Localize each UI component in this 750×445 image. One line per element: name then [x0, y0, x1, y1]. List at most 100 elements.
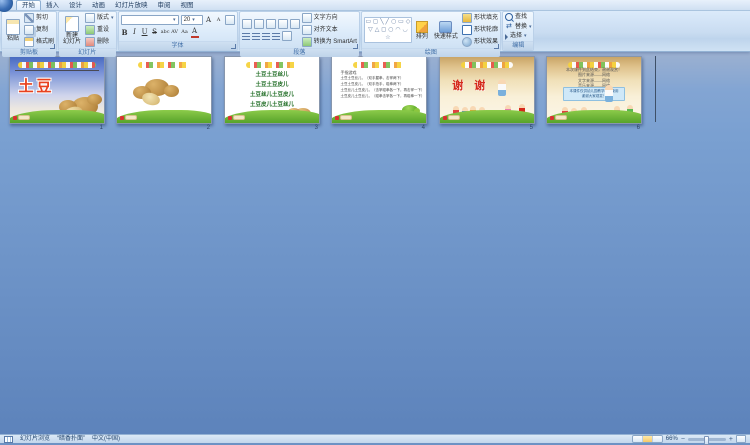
columns-button[interactable]: [282, 31, 292, 41]
instruction-line: 土豆丝儿土豆皮儿，（击掌碰拳各一下，再击掌一下）: [340, 87, 424, 93]
strikethrough-button[interactable]: S: [151, 28, 159, 37]
tab-view[interactable]: 视图: [176, 1, 199, 10]
slide-sorter-pane[interactable]: 土豆 1 2 土豆土豆丝儿 土豆土豆皮儿 土豆丝儿土豆: [0, 51, 750, 435]
slide-number: 2: [116, 125, 210, 131]
font-group: ▾ 20 ▾ A A B I U S abc AV Aa A 字体: [118, 11, 238, 51]
quick-styles-icon: [439, 21, 452, 33]
bold-button[interactable]: B: [121, 28, 129, 37]
convert-smartart-button[interactable]: 转换为 SmartArt: [302, 37, 357, 47]
cut-button[interactable]: 剪切: [24, 13, 54, 23]
status-language[interactable]: 中文(中国): [92, 436, 120, 443]
editing-group: 查找 ⇄ 替换 ▾ 选择 ▾ 编辑: [502, 11, 535, 51]
character-spacing-button[interactable]: AV: [171, 28, 179, 37]
grow-font-button[interactable]: A: [205, 16, 213, 25]
slide-4-scene: 手指游戏 土豆土豆丝儿，（双手握拳，击掌两下） 土豆土豆皮儿，（双手拍手，碰拳两…: [332, 57, 426, 123]
game-instructions: 土豆土豆丝儿，（双手握拳，击掌两下） 土豆土豆皮儿，（双手拍手，碰拳两下） 土豆…: [340, 75, 424, 99]
drawing-dialog-launcher[interactable]: [494, 44, 499, 49]
office-button[interactable]: [0, 0, 13, 12]
slide-thumbnail-1[interactable]: 土豆: [9, 56, 105, 124]
cartoon-banner: [138, 62, 191, 68]
paste-label: 粘贴: [7, 36, 19, 42]
align-center-button[interactable]: [252, 33, 260, 40]
ribbon-tab-bar: 开始 插入 设计 动画 幻灯片放映 审阅 视图: [0, 0, 750, 11]
slide-thumbnail-4[interactable]: 手指游戏 土豆土豆丝儿，（双手握拳，击掌两下） 土豆土豆皮儿，（双手拍手，碰拳两…: [331, 56, 427, 124]
tab-home[interactable]: 开始: [16, 0, 41, 10]
find-button[interactable]: 查找: [505, 13, 532, 21]
potato-image: [164, 85, 179, 97]
bullets-button[interactable]: [242, 19, 252, 29]
increase-indent-button[interactable]: [278, 19, 288, 29]
replace-label: 替换: [515, 24, 527, 31]
font-size-select[interactable]: 20 ▾: [181, 15, 203, 25]
slide-1-scene: 土豆: [10, 57, 104, 123]
underline-button[interactable]: U: [141, 28, 149, 37]
layout-button[interactable]: 版式 ▾: [85, 13, 114, 23]
drawing-group: ▭ ◻ ╲ ╱ ○ ▭ ◇ ▽ △ ◻ ○ ◠ ◡ ☆ ◻ ○ △ ◇ ☆ ▭ …: [361, 11, 501, 51]
slide-view-icon: [4, 436, 13, 443]
shape-effects-button[interactable]: 形状效果: [462, 37, 498, 47]
text-direction-icon: [302, 13, 312, 23]
italic-button[interactable]: I: [131, 28, 139, 37]
quick-styles-button[interactable]: 快速样式: [432, 21, 460, 40]
chevron-down-icon: ▾: [524, 33, 527, 40]
slide-6-scene: 本次课件到此结束，谢谢观赏！ 图片来源——网络 文字来源——网络 音乐来源——网…: [547, 57, 641, 123]
copy-button[interactable]: 复制: [24, 25, 54, 35]
line-spacing-button[interactable]: [290, 19, 300, 29]
tab-insert[interactable]: 插入: [41, 1, 64, 10]
delete-slide-button[interactable]: 删除: [85, 37, 114, 47]
reset-label: 重设: [97, 27, 109, 34]
font-color-button[interactable]: A: [191, 27, 199, 38]
replace-button[interactable]: ⇄ 替换 ▾: [505, 23, 532, 31]
slide-sorter-view-button[interactable]: [643, 436, 653, 442]
slide-thumbnail-2[interactable]: [116, 56, 212, 124]
new-slide-label-2: 幻灯片: [63, 39, 81, 45]
highlight-box: 本课件仅供幼儿园教学参考使用 谢谢大家观赏！: [563, 87, 625, 101]
shape-fill-button[interactable]: 形状填充: [462, 13, 498, 23]
align-right-button[interactable]: [262, 33, 270, 40]
fit-to-window-button[interactable]: [736, 435, 746, 443]
slide-thumbnail-5[interactable]: 谢 谢: [439, 56, 535, 124]
shapes-gallery[interactable]: ▭ ◻ ╲ ╱ ○ ▭ ◇ ▽ △ ◻ ○ ◠ ◡ ☆ ◻ ○ △ ◇ ☆ ▭ …: [364, 17, 412, 43]
align-text-button[interactable]: 对齐文本: [302, 25, 357, 35]
new-slide-button[interactable]: 新建 幻灯片: [61, 16, 83, 45]
shape-effects-icon: [462, 37, 472, 47]
clipboard-group: 粘贴 剪切 复制 格式刷 剪贴板: [1, 11, 57, 51]
tab-review[interactable]: 审阅: [153, 1, 176, 10]
change-case-button[interactable]: Aa: [181, 28, 189, 37]
select-button[interactable]: 选择 ▾: [505, 33, 532, 40]
zoom-slider-thumb[interactable]: [704, 436, 709, 445]
justify-button[interactable]: [272, 33, 280, 40]
shrink-font-button[interactable]: A: [215, 16, 223, 25]
font-name-select[interactable]: ▾: [121, 15, 179, 25]
slideshow-view-button[interactable]: [653, 436, 662, 442]
shape-outline-button[interactable]: 形状轮廓: [462, 25, 498, 35]
numbering-button[interactable]: [254, 19, 264, 29]
tab-slideshow[interactable]: 幻灯片放映: [110, 1, 153, 10]
tab-design[interactable]: 设计: [64, 1, 87, 10]
font-dialog-launcher[interactable]: [231, 44, 236, 49]
paragraph-group: 文字方向 对齐文本 转换为 SmartArt 段落: [239, 11, 360, 51]
drawing-group-label: 绘图: [362, 48, 500, 57]
slide-number: 4: [331, 125, 425, 131]
slide-thumbnail-6[interactable]: 本次课件到此结束，谢谢观赏！ 图片来源——网络 文字来源——网络 音乐来源——网…: [546, 56, 642, 124]
editing-group-label: 编辑: [503, 41, 534, 50]
align-left-button[interactable]: [242, 33, 250, 40]
zoom-in-button[interactable]: +: [729, 436, 733, 443]
paragraph-dialog-launcher[interactable]: [353, 44, 358, 49]
slide-thumbnail-3[interactable]: 土豆土豆丝儿 土豆土豆皮儿 土豆丝儿土豆皮儿 土豆皮儿土豆丝儿: [224, 56, 320, 124]
game-heading: 手指游戏: [340, 70, 356, 75]
potato-image: [87, 94, 102, 105]
arrange-button[interactable]: 排列: [414, 21, 430, 40]
clear-formatting-button[interactable]: [225, 15, 235, 25]
tab-animations[interactable]: 动画: [87, 1, 110, 10]
clipboard-dialog-launcher[interactable]: [50, 44, 55, 49]
text-direction-button[interactable]: 文字方向: [302, 13, 357, 23]
decrease-indent-button[interactable]: [266, 19, 276, 29]
layout-label: 版式: [97, 15, 109, 22]
reset-button[interactable]: 重设: [85, 25, 114, 35]
paste-button[interactable]: 粘贴: [4, 19, 22, 42]
zoom-out-button[interactable]: −: [681, 436, 685, 443]
zoom-slider[interactable]: [688, 438, 726, 441]
normal-view-button[interactable]: [633, 436, 643, 442]
text-shadow-button[interactable]: abc: [161, 28, 169, 37]
